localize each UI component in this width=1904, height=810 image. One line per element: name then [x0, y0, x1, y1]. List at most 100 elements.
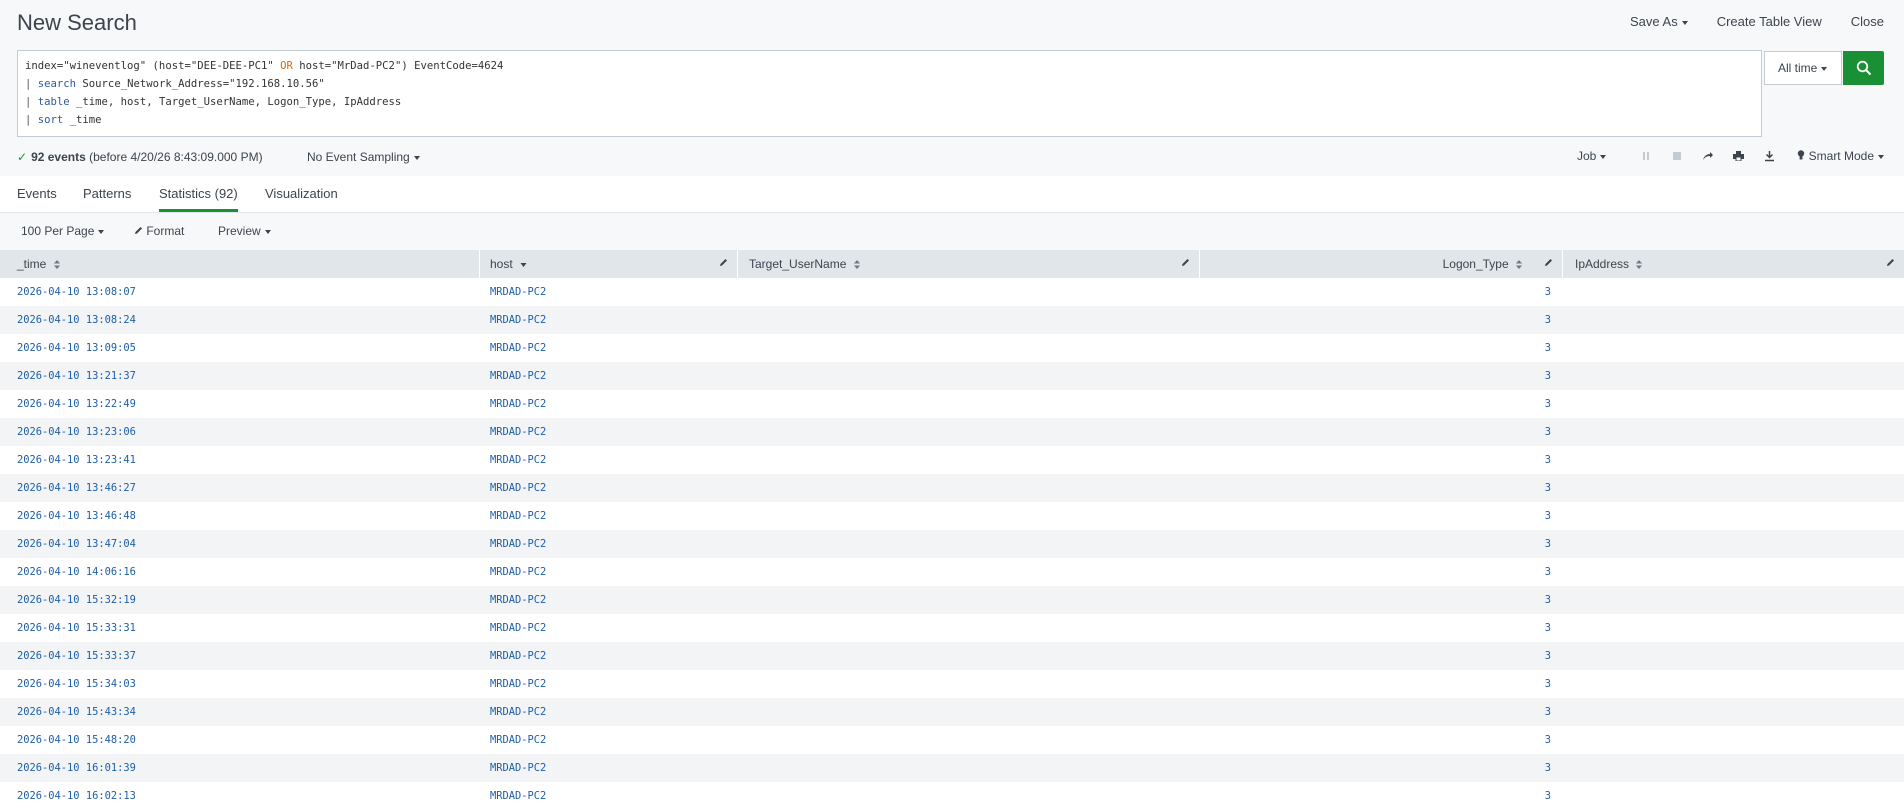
event-sampling-menu[interactable]: No Event Sampling [307, 150, 420, 164]
cell-time[interactable]: 2026-04-10 13:46:27 [17, 474, 136, 502]
table-row: 2026-04-10 16:02:13 MRDAD-PC2 3 [0, 782, 1904, 810]
close-button[interactable]: Close [1851, 14, 1884, 29]
pencil-icon[interactable] [1886, 258, 1895, 267]
cell-time[interactable]: 2026-04-10 13:23:41 [17, 446, 136, 474]
cell-logon-type[interactable]: 3 [1545, 334, 1551, 362]
cell-time[interactable]: 2026-04-10 15:32:19 [17, 586, 136, 614]
cell-logon-type[interactable]: 3 [1545, 698, 1551, 726]
cell-logon-type[interactable]: 3 [1545, 558, 1551, 586]
cell-logon-type[interactable]: 3 [1545, 474, 1551, 502]
cell-host[interactable]: MRDAD-PC2 [490, 390, 546, 418]
cell-host[interactable]: MRDAD-PC2 [490, 614, 546, 642]
cell-time[interactable]: 2026-04-10 15:33:31 [17, 614, 136, 642]
cell-host[interactable]: MRDAD-PC2 [490, 278, 546, 306]
column-header-host[interactable]: host [480, 250, 738, 278]
cell-host[interactable]: MRDAD-PC2 [490, 726, 546, 754]
cell-time[interactable]: 2026-04-10 16:02:13 [17, 782, 136, 810]
cell-host[interactable]: MRDAD-PC2 [490, 586, 546, 614]
cell-logon-type[interactable]: 3 [1545, 726, 1551, 754]
tab-events[interactable]: Events [17, 186, 57, 201]
cell-logon-type[interactable]: 3 [1545, 586, 1551, 614]
cell-logon-type[interactable]: 3 [1545, 642, 1551, 670]
sampling-label: No Event Sampling [307, 150, 410, 164]
cell-time[interactable]: 2026-04-10 15:34:03 [17, 670, 136, 698]
cell-host[interactable]: MRDAD-PC2 [490, 502, 546, 530]
search-button[interactable] [1843, 51, 1884, 85]
stop-button[interactable] [1661, 151, 1692, 161]
cell-logon-type[interactable]: 3 [1545, 614, 1551, 642]
cell-time[interactable]: 2026-04-10 14:06:16 [17, 558, 136, 586]
cell-time[interactable]: 2026-04-10 13:08:07 [17, 278, 136, 306]
cell-logon-type[interactable]: 3 [1545, 782, 1551, 810]
time-range-picker[interactable]: All time [1764, 51, 1842, 85]
tab-visualization[interactable]: Visualization [265, 186, 338, 201]
share-button[interactable] [1692, 151, 1723, 161]
cell-time[interactable]: 2026-04-10 13:09:05 [17, 334, 136, 362]
column-header-logon-type[interactable]: Logon_Type [1200, 250, 1563, 278]
cell-host[interactable]: MRDAD-PC2 [490, 754, 546, 782]
cell-time[interactable]: 2026-04-10 16:01:39 [17, 754, 136, 782]
table-row: 2026-04-10 15:43:34 MRDAD-PC2 3 [0, 698, 1904, 726]
format-menu[interactable]: Format [134, 224, 184, 238]
cell-logon-type[interactable]: 3 [1545, 754, 1551, 782]
cell-time[interactable]: 2026-04-10 13:47:04 [17, 530, 136, 558]
cell-logon-type[interactable]: 3 [1545, 670, 1551, 698]
cell-time[interactable]: 2026-04-10 15:48:20 [17, 726, 136, 754]
cell-time[interactable]: 2026-04-10 13:23:06 [17, 418, 136, 446]
tab-patterns[interactable]: Patterns [83, 186, 131, 201]
create-table-view-button[interactable]: Create Table View [1717, 14, 1822, 29]
cell-time[interactable]: 2026-04-10 13:46:48 [17, 502, 136, 530]
cell-host[interactable]: MRDAD-PC2 [490, 474, 546, 502]
cell-host[interactable]: MRDAD-PC2 [490, 530, 546, 558]
pause-button[interactable] [1630, 151, 1661, 161]
cell-host[interactable]: MRDAD-PC2 [490, 334, 546, 362]
cell-logon-type[interactable]: 3 [1545, 362, 1551, 390]
job-label: Job [1576, 149, 1597, 163]
pencil-icon[interactable] [719, 258, 728, 267]
cell-logon-type[interactable]: 3 [1545, 418, 1551, 446]
cell-host[interactable]: MRDAD-PC2 [490, 362, 546, 390]
column-header-target-username[interactable]: Target_UserName [738, 250, 1200, 278]
cell-logon-type[interactable]: 3 [1545, 306, 1551, 334]
cell-logon-type[interactable]: 3 [1545, 446, 1551, 474]
query-pipe: | [25, 114, 38, 126]
cell-host[interactable]: MRDAD-PC2 [490, 446, 546, 474]
cell-host[interactable]: MRDAD-PC2 [490, 670, 546, 698]
column-header-ipaddress[interactable]: IpAddress [1563, 250, 1904, 278]
cell-host[interactable]: MRDAD-PC2 [490, 782, 546, 810]
search-query-editor[interactable]: index="wineventlog" (host="DEE-DEE-PC1" … [17, 50, 1762, 137]
cell-time[interactable]: 2026-04-10 15:33:37 [17, 642, 136, 670]
cell-logon-type[interactable]: 3 [1545, 502, 1551, 530]
cell-logon-type[interactable]: 3 [1545, 278, 1551, 306]
save-as-menu[interactable]: Save As [1630, 14, 1688, 29]
per-page-menu[interactable]: 100 Per Page [21, 224, 105, 238]
cell-logon-type[interactable]: 3 [1545, 530, 1551, 558]
cell-time[interactable]: 2026-04-10 13:21:37 [17, 362, 136, 390]
job-menu[interactable]: Job [1576, 149, 1607, 163]
cell-host[interactable]: MRDAD-PC2 [490, 558, 546, 586]
export-button[interactable] [1754, 150, 1785, 162]
cell-host[interactable]: MRDAD-PC2 [490, 306, 546, 334]
table-row: 2026-04-10 13:08:24 MRDAD-PC2 3 [0, 306, 1904, 334]
cell-logon-type[interactable]: 3 [1545, 390, 1551, 418]
column-header-time[interactable]: _time [0, 250, 480, 278]
search-mode-menu[interactable]: Smart Mode [1797, 149, 1884, 163]
preview-menu[interactable]: Preview [218, 224, 271, 238]
results-table-header: _time host Target_UserName Logon_Type Ip… [0, 250, 1904, 278]
cell-host[interactable]: MRDAD-PC2 [490, 698, 546, 726]
cell-time[interactable]: 2026-04-10 13:22:49 [17, 390, 136, 418]
cell-host[interactable]: MRDAD-PC2 [490, 642, 546, 670]
table-row: 2026-04-10 15:48:20 MRDAD-PC2 3 [0, 726, 1904, 754]
pencil-icon[interactable] [1181, 258, 1190, 267]
cell-host[interactable]: MRDAD-PC2 [490, 418, 546, 446]
column-label: _time [17, 257, 47, 271]
caret-down-icon [98, 229, 105, 234]
cell-time[interactable]: 2026-04-10 13:08:24 [17, 306, 136, 334]
query-text: _time [63, 114, 102, 126]
print-button[interactable] [1723, 151, 1754, 161]
stop-icon [1672, 152, 1681, 160]
cell-time[interactable]: 2026-04-10 15:43:34 [17, 698, 136, 726]
tab-statistics[interactable]: Statistics (92) [159, 186, 238, 201]
pencil-icon[interactable] [1544, 258, 1553, 267]
column-label: host [490, 257, 513, 271]
